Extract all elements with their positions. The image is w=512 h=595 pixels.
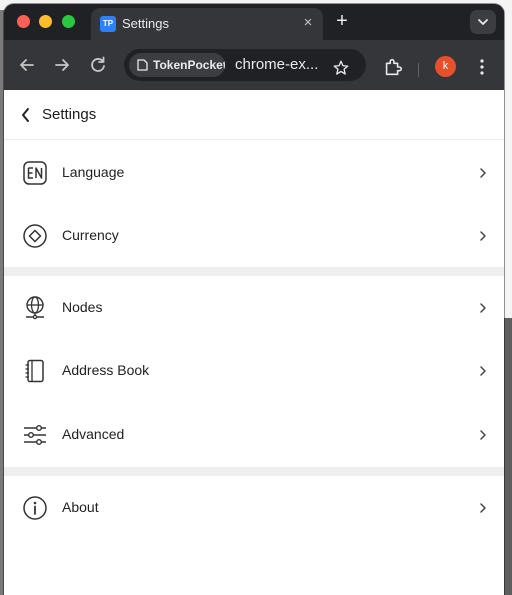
extensions-puzzle-icon[interactable]	[382, 56, 404, 78]
site-chip-label: TokenPocket	[153, 58, 225, 72]
tokenpocket-favicon-icon: TP	[100, 16, 116, 32]
tab-settings[interactable]: TP Settings ×	[91, 8, 323, 40]
settings-item-address-book[interactable]: Address Book	[4, 339, 504, 402]
window-maximize-button[interactable]	[62, 15, 75, 28]
settings-item-language[interactable]: Language	[4, 141, 504, 204]
reload-icon	[91, 56, 105, 72]
advanced-icon	[24, 425, 46, 446]
currency-icon	[23, 224, 47, 248]
window-close-button[interactable]	[17, 15, 30, 28]
chevron-right-icon	[480, 366, 486, 376]
new-tab-button[interactable]: +	[330, 9, 354, 33]
chevron-right-icon	[480, 168, 486, 178]
chevron-right-icon	[480, 430, 486, 440]
window-minimize-button[interactable]	[39, 15, 52, 28]
arrow-right-icon	[55, 59, 69, 71]
toolbar-divider	[418, 63, 419, 77]
tab-search-button[interactable]	[470, 10, 496, 34]
tab-strip: TP Settings × +	[4, 4, 504, 40]
back-button[interactable]	[15, 53, 39, 77]
reload-button[interactable]	[86, 53, 110, 77]
chevron-down-icon	[478, 19, 488, 25]
profile-avatar[interactable]: k	[435, 56, 456, 77]
background-page-edge	[504, 0, 512, 595]
settings-item-label: Address Book	[62, 362, 150, 378]
settings-item-about[interactable]: About	[4, 476, 504, 539]
settings-item-label: Currency	[62, 227, 119, 243]
settings-item-label: Language	[62, 164, 125, 180]
settings-header: Settings	[4, 90, 504, 140]
browser-toolbar: TokenPocket chrome-ex...	[4, 40, 504, 90]
settings-item-nodes[interactable]: Nodes	[4, 276, 504, 339]
url-text: chrome-ex...	[235, 56, 319, 73]
settings-item-currency[interactable]: Currency	[4, 204, 504, 267]
forward-button[interactable]	[50, 53, 74, 77]
settings-item-label: Nodes	[62, 299, 103, 315]
extension-popup-content: Settings Language Currency Nodes Address…	[4, 90, 504, 595]
bookmark-star-icon[interactable]	[332, 59, 350, 77]
settings-item-advanced[interactable]: Advanced	[4, 403, 504, 466]
browser-window: TP Settings × + TokenPocket chrome-ex...	[4, 4, 504, 595]
address-bar[interactable]: TokenPocket chrome-ex...	[124, 49, 366, 81]
section-separator	[4, 267, 504, 276]
nodes-icon	[26, 296, 44, 320]
chevron-right-icon	[480, 231, 486, 241]
tab-title: Settings	[122, 16, 169, 31]
tab-close-icon[interactable]: ×	[299, 14, 317, 32]
address-book-icon	[25, 359, 44, 383]
settings-item-label: About	[62, 499, 99, 515]
settings-item-label: Advanced	[62, 426, 125, 442]
language-icon	[23, 161, 47, 185]
more-menu-icon[interactable]	[472, 57, 492, 77]
section-separator	[4, 467, 504, 476]
extension-page-icon	[137, 59, 148, 71]
site-info-chip[interactable]: TokenPocket	[129, 53, 225, 77]
arrow-left-icon	[20, 59, 34, 71]
chevron-right-icon	[480, 303, 486, 313]
info-icon	[23, 496, 47, 520]
chevron-right-icon	[480, 503, 486, 513]
back-chevron-icon[interactable]	[20, 107, 32, 123]
page-title: Settings	[42, 106, 97, 123]
